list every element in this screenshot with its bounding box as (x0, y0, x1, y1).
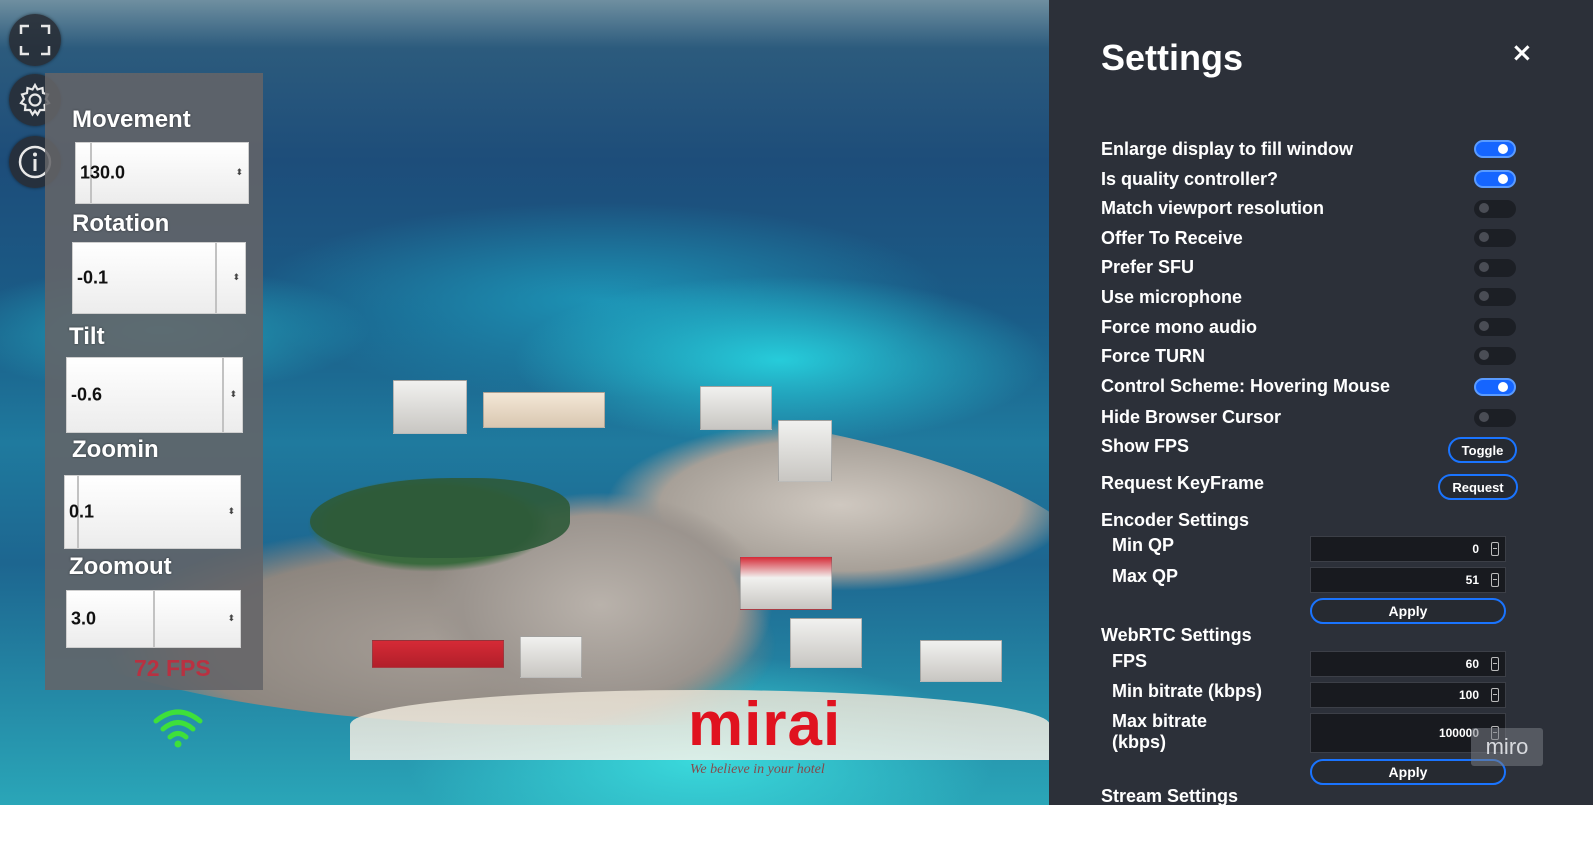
tilt-value: -0.6 (71, 384, 103, 405)
building (920, 640, 1002, 682)
min-qp-input[interactable]: 0 (1310, 536, 1506, 562)
setting-label: Is quality controller? (1101, 169, 1279, 189)
request-keyframe-button[interactable]: Request (1438, 474, 1518, 500)
setting-label: Enlarge display to fill window (1101, 139, 1354, 159)
max-qp-label: Max QP (1112, 566, 1179, 586)
building (778, 420, 832, 482)
slider-thumb[interactable] (215, 243, 217, 313)
zoomout-value: 3.0 (71, 608, 97, 629)
fps-input[interactable]: 60 (1310, 651, 1506, 677)
show-fps-label: Show FPS (1101, 436, 1190, 456)
settings-panel: Settings × Enlarge display to fill windo… (1049, 0, 1593, 805)
rotation-value: -0.1 (77, 267, 109, 288)
building (740, 556, 832, 610)
tilt-label: Tilt (69, 323, 105, 350)
setting-label: Control Scheme: Hovering Mouse (1101, 376, 1391, 396)
zoomin-value: 0.1 (69, 501, 95, 522)
building (790, 618, 862, 668)
rotation-label: Rotation (72, 210, 170, 237)
zoomin-input[interactable]: 0.1 ⬍ (64, 475, 241, 549)
webrtc-settings-heading: WebRTC Settings (1101, 625, 1252, 645)
encoder-apply-button[interactable]: Apply (1310, 598, 1506, 624)
min-bitrate-value: 100 (1458, 688, 1479, 702)
min-bitrate-input[interactable]: 100 (1310, 682, 1506, 708)
setting-label: Hide Browser Cursor (1101, 407, 1282, 427)
zoomout-input[interactable]: 3.0 ⬍ (66, 590, 241, 648)
spinner-icon[interactable] (1491, 573, 1499, 587)
max-qp-value: 51 (1465, 573, 1479, 587)
movement-input[interactable]: 130.0 ⬍ (75, 142, 249, 204)
building (372, 640, 504, 668)
spinner-icon[interactable] (1491, 657, 1499, 671)
min-qp-value: 0 (1472, 542, 1479, 556)
toggle-force-turn[interactable] (1474, 347, 1516, 365)
fps-label: FPS (1112, 651, 1148, 671)
toggle-hide-cursor[interactable] (1474, 409, 1516, 427)
setting-label: Force TURN (1101, 346, 1206, 366)
spinner-icon[interactable]: ⬍ (227, 507, 235, 517)
toggle-force-mono-audio[interactable] (1474, 318, 1516, 336)
building (520, 636, 582, 678)
tilt-input[interactable]: -0.6 ⬍ (66, 357, 243, 433)
close-icon[interactable]: × (1511, 38, 1533, 68)
slider-thumb[interactable] (222, 358, 224, 432)
toggle-enlarge-display[interactable] (1474, 140, 1516, 158)
zoomout-label: Zoomout (69, 553, 172, 580)
spinner-icon[interactable] (1491, 542, 1499, 556)
fullscreen-icon (19, 24, 51, 56)
movement-value: 130.0 (80, 162, 126, 183)
min-bitrate-label: Min bitrate (kbps) (1112, 681, 1263, 701)
toggle-use-microphone[interactable] (1474, 288, 1516, 306)
building (700, 386, 772, 430)
request-keyframe-label: Request KeyFrame (1101, 473, 1265, 493)
toggle-match-viewport[interactable] (1474, 200, 1516, 218)
mirai-logo: mirai (688, 690, 842, 759)
fps-counter: 72 FPS (134, 655, 211, 681)
min-qp-label: Min QP (1112, 535, 1174, 555)
toggle-offer-to-receive[interactable] (1474, 229, 1516, 247)
zoomin-label: Zoomin (72, 436, 159, 463)
spinner-icon[interactable]: ⬍ (232, 273, 240, 283)
show-fps-toggle-button[interactable]: Toggle (1448, 437, 1517, 463)
setting-label: Offer To Receive (1101, 228, 1243, 248)
miro-watermark: miro (1471, 728, 1543, 766)
encoder-settings-heading: Encoder Settings (1101, 510, 1250, 530)
setting-label: Match viewport resolution (1101, 198, 1325, 218)
max-bitrate-label: Max bitrate (kbps) (1112, 711, 1208, 752)
rotation-input[interactable]: -0.1 ⬍ (72, 242, 246, 314)
logo-tagline: We believe in your hotel (690, 762, 825, 777)
fullscreen-button[interactable] (9, 14, 61, 66)
setting-label: Force mono audio (1101, 317, 1258, 337)
building (483, 392, 605, 428)
spinner-icon[interactable]: ⬍ (235, 168, 243, 178)
setting-label: Prefer SFU (1101, 257, 1195, 277)
app-viewport: Movement 130.0 ⬍ Rotation -0.1 ⬍ Tilt -0… (0, 0, 1593, 805)
spinner-icon[interactable] (1491, 688, 1499, 702)
wifi-icon (153, 709, 203, 748)
spinner-icon[interactable]: ⬍ (229, 390, 237, 400)
toggle-quality-controller[interactable] (1474, 170, 1516, 188)
spinner-icon[interactable]: ⬍ (227, 614, 235, 624)
settings-title: Settings (1101, 37, 1244, 78)
movement-label: Movement (72, 106, 191, 133)
toggle-prefer-sfu[interactable] (1474, 259, 1516, 277)
setting-label: Use microphone (1101, 287, 1243, 307)
stream-settings-heading: Stream Settings (1101, 786, 1239, 805)
slider-thumb[interactable] (153, 591, 155, 647)
fps-value: 60 (1465, 657, 1479, 671)
building (393, 380, 467, 434)
max-qp-input[interactable]: 51 (1310, 567, 1506, 593)
toggle-hovering-mouse[interactable] (1474, 378, 1516, 396)
